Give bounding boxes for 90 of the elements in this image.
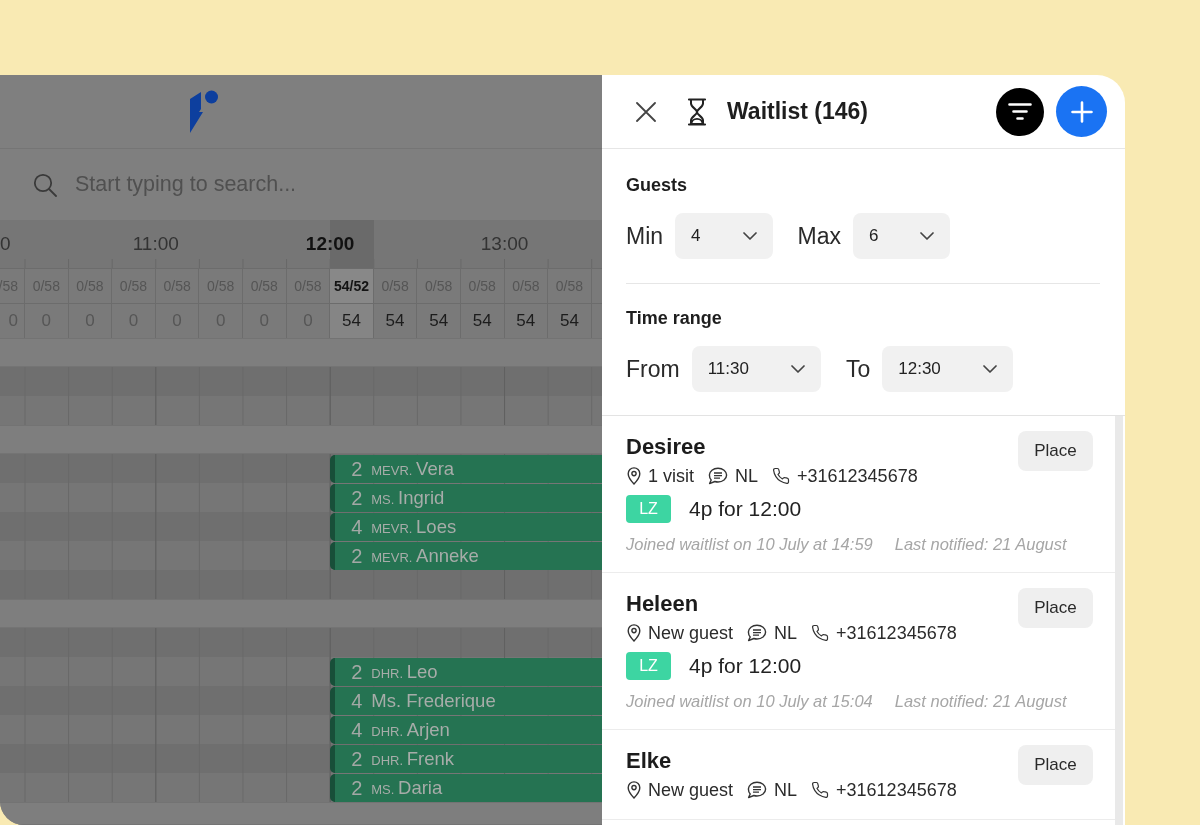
joined-date: Joined waitlist on 10 July at 15:04 [626, 692, 873, 710]
count-cell: 54 [330, 304, 374, 338]
guest-count: 4 [351, 515, 363, 539]
reservation-block[interactable]: 4 MEVR. Loes [330, 513, 602, 541]
reservation-block[interactable]: 2 DHR. Leo [330, 658, 602, 686]
field-label: Max [797, 222, 841, 250]
guest-count: 2 [351, 776, 363, 800]
language: NL [774, 622, 798, 644]
hour-label: 13:00 [479, 233, 530, 255]
location-pin-icon [627, 467, 641, 485]
guest-count: 4 [351, 718, 363, 742]
location-pin-icon [627, 781, 641, 799]
plus-icon [1070, 100, 1093, 123]
chat-bubble-icon [747, 624, 768, 642]
guest-name: MS. Ingrid [371, 487, 445, 509]
language: NL [735, 465, 759, 487]
reservation-block[interactable]: 2 DHR. Frenk [330, 745, 602, 773]
field-label: Min [626, 222, 664, 250]
visit-info: New guest [648, 779, 734, 801]
phone-number: +31612345678 [836, 779, 957, 801]
chevron-down-icon [742, 232, 757, 240]
chevron-down-icon [982, 365, 997, 373]
guest-name: MS. Daria [371, 777, 443, 799]
field-label: From [626, 355, 680, 383]
guest-name: MEVR. Loes [371, 516, 457, 538]
close-icon [636, 101, 656, 122]
hourglass-icon [687, 97, 707, 126]
add-button[interactable] [1056, 86, 1107, 137]
filter-button[interactable] [996, 87, 1044, 136]
filter-heading: Guests [626, 175, 688, 195]
capacity-cell: 54/52 [330, 269, 374, 303]
guest-count: 2 [351, 457, 363, 481]
chat-bubble-icon [708, 467, 728, 485]
hour-label: 12:00 [304, 233, 356, 255]
guest-name: Heleen [626, 591, 699, 617]
visit-info: 1 visit [648, 465, 694, 487]
last-notified: Last notified: 21 August [894, 535, 1067, 553]
chat-bubble-icon [747, 781, 768, 799]
place-button[interactable]: Place [1018, 745, 1093, 785]
logo-icon [189, 89, 219, 134]
scrollbar[interactable] [1115, 416, 1123, 825]
reservation-block[interactable]: 4 DHR. Arjen [330, 716, 602, 744]
location-pin-icon [627, 624, 641, 642]
label-badge: LZ [626, 652, 671, 680]
dropdown[interactable]: 4 [675, 213, 773, 259]
panel-title: Waitlist (146) [727, 98, 868, 125]
guest-name: MEVR. Anneke [371, 545, 479, 567]
guest-name: MEVR. Vera [371, 458, 455, 480]
phone-icon [772, 467, 791, 485]
guest-name: Desiree [626, 434, 706, 460]
guest-name: Elke [626, 748, 672, 774]
place-button[interactable]: Place [1018, 431, 1093, 471]
visit-info: New guest [648, 622, 734, 644]
guest-name: DHR. Arjen [371, 719, 450, 741]
reservation-block[interactable]: 2 MS. Daria [330, 774, 602, 802]
dropdown[interactable]: 11:30 [691, 346, 821, 392]
phone-number: +31612345678 [797, 465, 918, 487]
guest-count: 2 [351, 486, 363, 510]
filter-heading: Time range [626, 308, 722, 328]
field-label: To [845, 355, 871, 383]
language: NL [774, 779, 798, 801]
chevron-down-icon [920, 232, 935, 240]
reservation-block[interactable]: 2 MS. Ingrid [330, 484, 602, 512]
reservation-block[interactable]: 2 MEVR. Anneke [330, 542, 602, 570]
phone-icon [811, 781, 830, 799]
hour-label: 11:00 [131, 233, 180, 255]
label-badge: LZ [626, 495, 671, 523]
guest-name: DHR. Frenk [371, 748, 454, 770]
party-info: 4p for 12:00 [689, 497, 802, 521]
dropdown[interactable]: 6 [853, 213, 951, 259]
phone-icon [811, 624, 830, 642]
place-button[interactable]: Place [1018, 588, 1093, 628]
guest-count: 4 [351, 689, 363, 713]
guest-count: 2 [351, 747, 363, 771]
search-icon [33, 172, 57, 197]
reservation-block[interactable]: 2 MEVR. Vera [330, 455, 602, 483]
guest-name: DHR. Leo [371, 661, 438, 683]
phone-number: +31612345678 [836, 622, 957, 644]
guest-count: 2 [351, 660, 363, 684]
reservation-block[interactable]: 4 Ms. Frederique [330, 687, 602, 715]
dropdown[interactable]: 12:30 [882, 346, 1013, 392]
joined-date: Joined waitlist on 10 July at 14:59 [626, 535, 873, 553]
last-notified: Last notified: 21 August [894, 692, 1067, 710]
chevron-down-icon [790, 365, 805, 373]
close-button[interactable] [636, 101, 656, 122]
party-info: 4p for 12:00 [689, 654, 802, 678]
guest-name: Ms. Frederique [371, 690, 496, 712]
hour-label: 0 [0, 233, 12, 255]
filter-icon [1008, 103, 1032, 120]
guest-count: 2 [351, 544, 363, 568]
